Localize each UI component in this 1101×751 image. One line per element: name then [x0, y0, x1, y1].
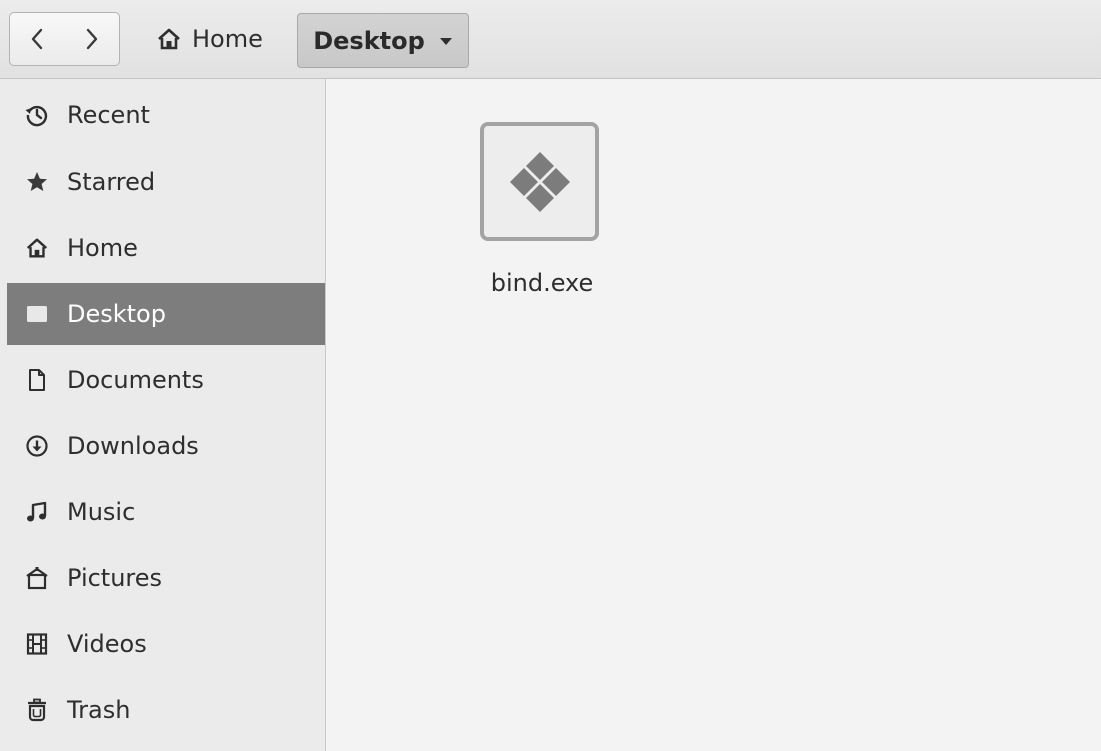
sidebar-item-label: Recent: [67, 101, 150, 129]
star-icon: [25, 170, 49, 194]
forward-button[interactable]: [65, 13, 120, 65]
home-icon: [158, 28, 180, 50]
header-bar: Home Desktop: [0, 0, 1101, 79]
sidebar-item-starred[interactable]: Starred: [7, 151, 325, 213]
chevron-right-icon: [86, 28, 97, 50]
sidebar-item-home[interactable]: Home: [7, 217, 325, 279]
sidebar-item-pictures[interactable]: Pictures: [7, 547, 325, 609]
sidebar-item-downloads[interactable]: Downloads: [7, 415, 325, 477]
back-button[interactable]: [10, 13, 65, 65]
sidebar-item-label: Starred: [67, 168, 156, 196]
executable-file-icon: [480, 122, 599, 241]
dropdown-arrow-icon: [439, 37, 452, 45]
music-note-icon: [25, 500, 49, 524]
sidebar-item-documents[interactable]: Documents: [7, 349, 325, 411]
film-icon: [25, 632, 49, 656]
file-manager-window: Home Desktop Recent Starred Home Desktop…: [0, 0, 1101, 751]
file-name-label: bind.exe: [490, 269, 594, 297]
sidebar-item-label: Home: [67, 234, 138, 262]
picture-icon: [25, 566, 49, 590]
sidebar-item-label: Documents: [67, 366, 204, 394]
trash-icon: [25, 698, 49, 722]
sidebar-item-videos[interactable]: Videos: [7, 613, 325, 675]
path-desktop-label: Desktop: [313, 26, 425, 55]
sidebar-item-label: Pictures: [67, 564, 163, 592]
navigation-buttons: [9, 12, 120, 66]
download-icon: [25, 434, 49, 458]
sidebar-item-label: Trash: [67, 696, 131, 724]
sidebar-item-desktop[interactable]: Desktop: [7, 283, 325, 345]
path-button-desktop[interactable]: Desktop: [297, 13, 469, 68]
file-item[interactable]: bind.exe: [477, 119, 609, 309]
sidebar-item-label: Downloads: [67, 432, 199, 460]
home-icon: [25, 236, 49, 260]
places-sidebar: Recent Starred Home Desktop Documents Do…: [0, 79, 326, 751]
sidebar-item-music[interactable]: Music: [7, 481, 325, 543]
sidebar-item-label: Desktop: [67, 300, 166, 328]
clock-icon: [25, 103, 49, 127]
path-home-label: Home: [192, 25, 263, 53]
file-view: bind.exe: [327, 79, 1101, 751]
document-icon: [25, 368, 49, 392]
sidebar-item-trash[interactable]: Trash: [7, 679, 325, 741]
sidebar-item-label: Videos: [67, 630, 147, 658]
sidebar-item-label: Music: [67, 498, 136, 526]
sidebar-item-recent[interactable]: Recent: [7, 84, 325, 146]
path-button-home[interactable]: Home: [152, 12, 282, 66]
desktop-icon: [25, 302, 49, 326]
chevron-left-icon: [32, 28, 43, 50]
